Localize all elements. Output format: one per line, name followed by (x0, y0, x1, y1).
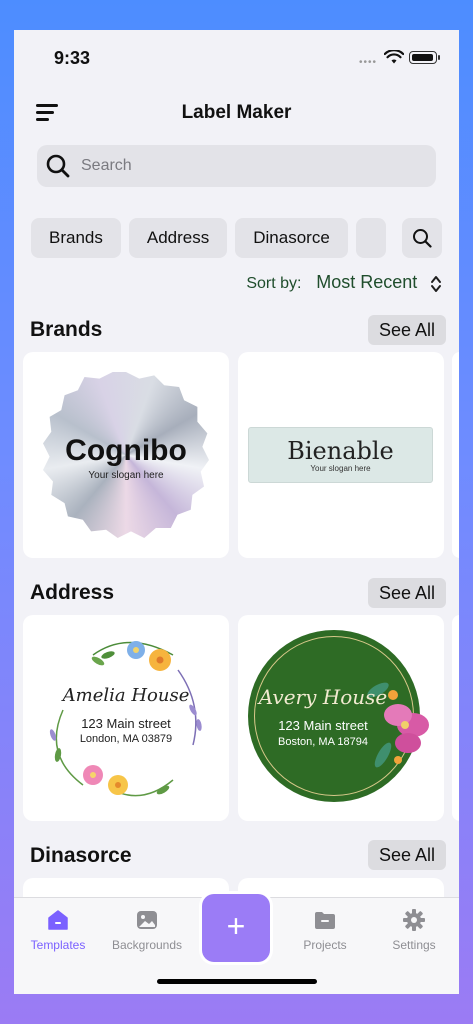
brand-name: Cognibo (65, 434, 187, 467)
home-indicator[interactable] (157, 979, 317, 984)
status-bar: 9:33 •••• (14, 30, 459, 85)
address-name: Amelia House (62, 685, 190, 706)
signal-icon: •••• (359, 57, 378, 68)
search-icon (413, 229, 432, 248)
see-all-brands-button[interactable]: See All (368, 315, 446, 345)
section-title-dinasorce: Dinasorce (30, 844, 132, 867)
chip-dinasorce[interactable]: Dinasorce (235, 218, 348, 258)
tab-settings[interactable]: Settings (369, 908, 459, 952)
address-city: London, MA 03879 (79, 733, 173, 745)
label-banner: Bienable Your slogan here (248, 427, 433, 483)
see-all-address-button[interactable]: See All (368, 578, 446, 608)
tab-label: Projects (303, 938, 347, 952)
sort-label: Sort by: (246, 275, 302, 292)
chevron-up-down-icon[interactable] (430, 274, 442, 294)
status-time: 9:33 (54, 48, 91, 68)
home-icon (48, 910, 68, 930)
brand-slogan: Your slogan here (88, 470, 164, 481)
tab-templates[interactable]: Templates (14, 908, 103, 952)
add-button[interactable]: + (202, 894, 270, 962)
tab-label: Templates (30, 938, 86, 952)
address-card-amelia[interactable]: Amelia House 123 Main street London, MA … (23, 615, 229, 821)
sort-value[interactable]: Most Recent (316, 272, 417, 292)
tab-label: Settings (392, 938, 436, 952)
brand-name: Bienable (287, 437, 394, 465)
section-title-brands: Brands (30, 318, 103, 341)
tab-bar: Templates Backgrounds + Projects Setting… (14, 894, 459, 994)
folder-icon (315, 912, 335, 929)
see-all-dinasorce-button[interactable]: See All (368, 840, 446, 870)
address-name: Avery House (258, 685, 388, 709)
search-input[interactable] (81, 145, 411, 187)
page-title: Label Maker (181, 102, 292, 123)
plus-icon: + (226, 908, 246, 944)
tab-backgrounds[interactable]: Backgrounds (102, 908, 192, 952)
tab-label: Backgrounds (111, 938, 183, 952)
brand-slogan: Your slogan here (310, 464, 371, 473)
image-icon (137, 911, 157, 929)
address-street: 123 Main street (81, 716, 171, 731)
next-card-peek[interactable] (452, 615, 459, 821)
sort-control: Sort by: Most Recent (246, 272, 442, 294)
chip-brands[interactable]: Brands (31, 218, 121, 258)
address-street: 123 Main street (278, 718, 368, 733)
search-bar[interactable] (37, 145, 436, 187)
address-card-avery[interactable]: Avery House 123 Main street Boston, MA 1… (238, 615, 444, 821)
category-chips: Brands Address Dinasorce (31, 218, 406, 258)
battery-icon (409, 51, 440, 64)
next-card-peek[interactable] (452, 352, 459, 558)
brand-card-bienable[interactable]: Bienable Your slogan here (238, 352, 444, 558)
search-icon (46, 154, 70, 178)
address-city: Boston, MA 18794 (278, 736, 368, 748)
chip-more[interactable] (355, 218, 386, 258)
gear-icon (403, 909, 425, 931)
brand-card-cognibo[interactable]: Cognibo Your slogan here (23, 352, 229, 558)
chip-address[interactable]: Address (128, 218, 228, 258)
phone-screen: 9:33 •••• Label Maker BrandsAddressDinas… (14, 30, 459, 994)
chip-search-button[interactable] (402, 218, 442, 258)
section-title-address: Address (30, 581, 115, 604)
wifi-icon (384, 50, 404, 64)
tab-projects[interactable]: Projects (280, 908, 370, 952)
